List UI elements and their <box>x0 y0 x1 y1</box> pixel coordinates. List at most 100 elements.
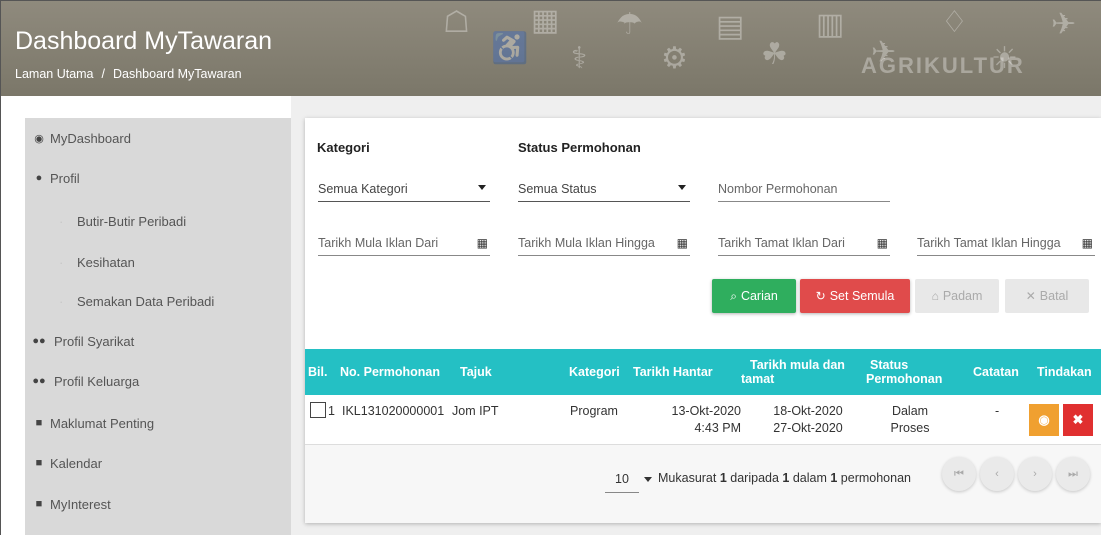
close-icon: ✖ <box>1072 412 1084 427</box>
sidebar-item-label: MyDashboard <box>50 130 131 146</box>
cell-tarikh-tamat: 27-Okt-2020 <box>773 421 843 435</box>
file-icon: ■ <box>35 498 43 510</box>
nombor-permohonan-placeholder: Nombor Permohonan <box>718 181 838 196</box>
status-select[interactable]: Semua Status <box>518 176 690 202</box>
cell-hantar-date: 13-Okt-2020 <box>671 404 741 418</box>
cell-status-line1: Dalam <box>891 404 929 418</box>
col-tindakan: Tindakan <box>1037 365 1092 379</box>
calendar-icon[interactable]: ▦ <box>477 236 488 250</box>
kategori-select[interactable]: Semua Kategori <box>318 176 490 202</box>
tarikh-tamat-hingga-placeholder: Tarikh Tamat Iklan Hingga <box>917 235 1061 250</box>
batal-button[interactable]: ✕ Batal <box>1005 279 1089 313</box>
breadcrumb-home[interactable]: Laman Utama <box>15 67 94 81</box>
page-header: ☖ ♿ ▦ ⚕ ☂ ⚙ ▤ ☘ ▥ ✈ ♢ ☀ ✈ AGRIKULTUR Das… <box>0 0 1101 96</box>
cell-tarikh-mula: 18-Okt-2020 <box>773 404 843 418</box>
header-decoration: ☖ ♿ ▦ ⚕ ☂ ⚙ ▤ ☘ ▥ ✈ ♢ ☀ ✈ AGRIKULTUR <box>443 4 1077 78</box>
status-label: Status Permohonan <box>518 140 641 155</box>
sidebar-item-butir-peribadi[interactable]: Butir-Butir Peribadi <box>25 201 291 241</box>
users-icon: ●● <box>32 335 46 347</box>
col-status-permohonan[interactable]: Status Permohonan <box>866 349 942 395</box>
sidebar-item-label: Profil Keluarga <box>54 373 140 389</box>
col-status-line2: Permohonan <box>866 372 943 386</box>
sidebar-item-profil-keluarga[interactable]: ●● Profil Keluarga <box>25 361 291 401</box>
cell-tarikh-mula-tamat: 18-Okt-2020 27-Okt-2020 <box>753 395 863 445</box>
tarikh-mula-hingga-input[interactable]: Tarikh Mula Iklan Hingga ▦ <box>518 230 690 256</box>
set-semula-label: Set Semula <box>829 289 895 303</box>
status-select-value: Semua Status <box>518 181 597 196</box>
tarikh-tamat-hingga-input[interactable]: Tarikh Tamat Iklan Hingga ▦ <box>917 230 1095 256</box>
sidebar-item-mydashboard[interactable]: ◉ MyDashboard <box>25 118 291 158</box>
sidebar-item-myinterest[interactable]: ■ MyInterest <box>25 484 291 524</box>
kategori-label: Kategori <box>317 140 370 155</box>
close-icon: ✕ <box>1025 289 1036 303</box>
prev-page-button[interactable]: ‹ <box>980 457 1014 491</box>
search-icon: ⌕ <box>730 288 737 303</box>
sidebar-item-profil[interactable]: ● Profil <box>25 158 291 198</box>
eye-icon: ◉ <box>1038 412 1050 427</box>
sidebar-item-maklumat-penting[interactable]: ■ Maklumat Penting <box>25 403 291 443</box>
sidebar-item-label: Kesihatan <box>77 254 135 270</box>
col-tarikh-hantar[interactable]: Tarikh Hantar <box>633 349 713 395</box>
chevron-down-icon <box>478 185 486 190</box>
col-tarikh-mula-tamat-line2: tamat <box>741 372 775 386</box>
last-page-button[interactable]: ⏭ <box>1056 457 1090 491</box>
pagination-text: Mukasurat <box>658 471 720 485</box>
sidebar-item-label: Kalendar <box>50 455 103 471</box>
col-bil[interactable]: Bil. <box>308 349 327 395</box>
chevron-down-icon[interactable] <box>644 477 652 482</box>
cell-kategori: Program <box>570 403 618 418</box>
cell-tarikh-hantar: 13-Okt-2020 4:43 PM <box>641 395 741 445</box>
cell-bil: 1 <box>328 403 335 418</box>
sidebar-item-label: MyInterest <box>50 496 111 512</box>
sidebar-item-semakan-data[interactable]: Semakan Data Peribadi <box>25 281 291 321</box>
col-status-line1: Status <box>870 358 909 372</box>
user-icon: ● <box>35 172 43 184</box>
first-page-button[interactable]: ⏮ <box>942 457 976 491</box>
padam-label: Padam <box>942 289 983 303</box>
cell-catatan: - <box>995 403 1000 418</box>
sidebar-item-kalendar[interactable]: ■ Kalendar <box>25 443 291 483</box>
sidebar-item-kesihatan[interactable]: Kesihatan <box>25 242 291 282</box>
tarikh-mula-dari-placeholder: Tarikh Mula Iklan Dari <box>318 235 439 250</box>
row-checkbox[interactable] <box>310 402 326 418</box>
cell-status: Dalam Proses <box>869 395 951 445</box>
col-tarikh-mula-tamat[interactable]: Tarikh mula dan tamat <box>741 349 859 395</box>
sidebar-item-label: Maklumat Penting <box>50 415 155 431</box>
tarikh-mula-hingga-placeholder: Tarikh Mula Iklan Hingga <box>518 235 655 250</box>
tarikh-tamat-dari-input[interactable]: Tarikh Tamat Iklan Dari ▦ <box>718 230 890 256</box>
tarikh-tamat-dari-placeholder: Tarikh Tamat Iklan Dari <box>718 235 845 250</box>
calendar-icon[interactable]: ▦ <box>677 236 688 250</box>
sidebar-item-profil-syarikat[interactable]: ●● Profil Syarikat <box>25 321 291 361</box>
carian-button[interactable]: ⌕ Carian <box>712 279 796 313</box>
sidebar-item-label: Profil Syarikat <box>54 333 135 349</box>
per-page-select[interactable]: 10 <box>605 465 639 493</box>
nombor-permohonan-input[interactable]: Nombor Permohonan <box>718 176 890 202</box>
pagination: 10 Mukasurat 1 daripada 1 dalam 1 permoh… <box>305 445 1101 523</box>
refresh-icon: ↻ <box>815 289 826 303</box>
trash-icon: ⌂ <box>931 289 939 303</box>
cell-tajuk: Jom IPT <box>452 403 499 418</box>
first-page-icon: ⏮ <box>954 467 964 480</box>
view-button[interactable]: ◉ <box>1029 404 1059 436</box>
sidebar-item-label: Semakan Data Peribadi <box>77 293 215 309</box>
set-semula-button[interactable]: ↻ Set Semula <box>800 279 910 313</box>
calendar-icon[interactable]: ▦ <box>1082 236 1093 250</box>
watermark-text: AGRIKULTUR <box>861 53 1025 78</box>
next-page-button[interactable]: › <box>1018 457 1052 491</box>
breadcrumb-current: Dashboard MyTawaran <box>113 67 242 81</box>
carian-label: Carian <box>740 289 778 303</box>
sidebar-item-label: Profil <box>50 170 80 186</box>
padam-button[interactable]: ⌂ Padam <box>915 279 999 313</box>
chevron-down-icon <box>678 185 686 190</box>
page-title: Dashboard MyTawaran <box>15 27 273 55</box>
users-icon: ●● <box>32 375 46 387</box>
calendar-icon[interactable]: ▦ <box>877 236 888 250</box>
sidebar-item-label: Butir-Butir Peribadi <box>77 213 187 229</box>
table-row: 1 IKL131020000001 Jom IPT Program 13-Okt… <box>305 395 1101 445</box>
sidebar: ◉ MyDashboard ● Profil Butir-Butir Peribad… <box>25 118 291 535</box>
batal-label: Batal <box>1039 289 1069 303</box>
pagination-page: 1 <box>719 471 727 485</box>
pagination-text: daripada <box>726 471 783 485</box>
tarikh-mula-dari-input[interactable]: Tarikh Mula Iklan Dari ▦ <box>318 230 490 256</box>
delete-row-button[interactable]: ✖ <box>1063 404 1093 436</box>
